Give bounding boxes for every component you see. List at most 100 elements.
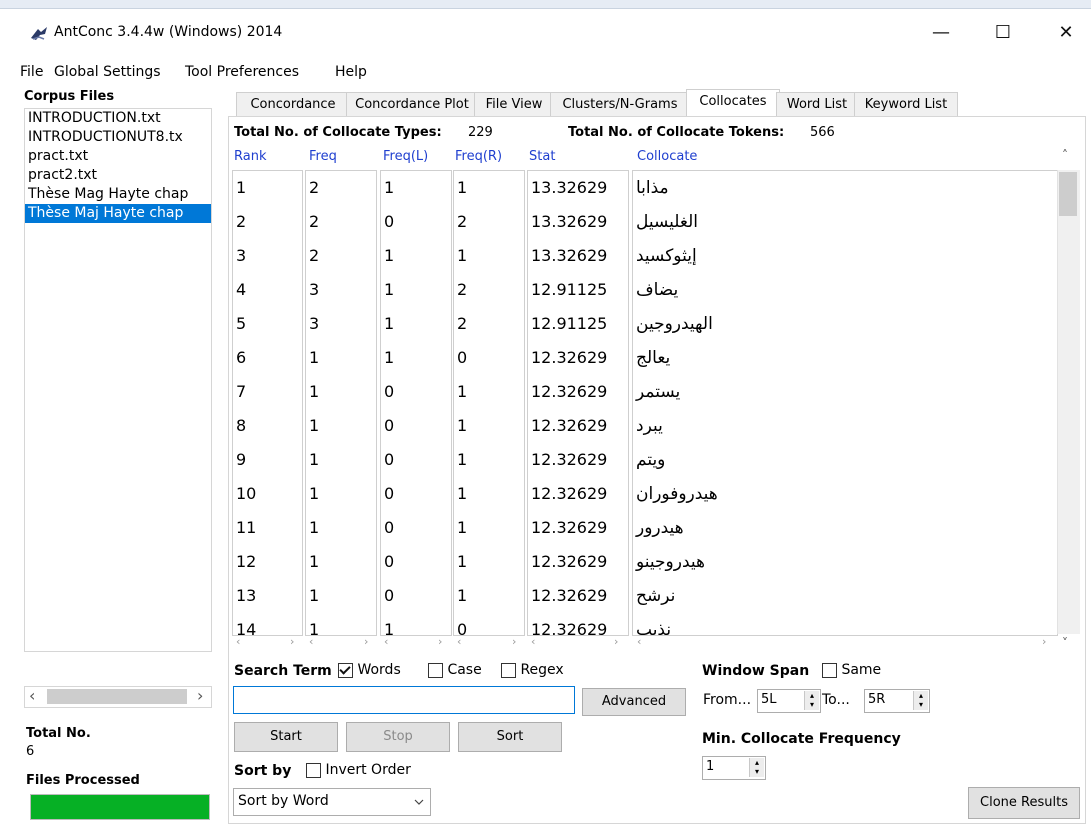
table-cell[interactable]: يستمر [633, 375, 1057, 409]
tab-collocates[interactable]: Collocates [686, 89, 780, 118]
table-cell[interactable]: إيثوكسيد [633, 239, 1057, 273]
table-cell[interactable]: 14 [233, 613, 302, 635]
scroll-left-icon[interactable]: ‹ [457, 635, 461, 649]
table-cell[interactable]: 0 [381, 205, 451, 239]
table-cell[interactable]: 0 [381, 511, 451, 545]
table-cell[interactable]: 13 [233, 579, 302, 613]
stop-button[interactable]: Stop [346, 722, 450, 752]
table-cell[interactable]: مذابا [633, 171, 1057, 205]
scroll-right-icon[interactable]: › [438, 635, 442, 649]
table-cell[interactable]: 0 [381, 409, 451, 443]
regex-checkbox[interactable] [501, 662, 516, 678]
sort-button[interactable]: Sort [458, 722, 562, 752]
table-cell[interactable]: 1 [306, 511, 376, 545]
column-header-stat[interactable]: Stat [529, 149, 555, 164]
table-cell[interactable]: 6 [233, 341, 302, 375]
invert-order-option[interactable]: Invert Order [306, 762, 411, 778]
table-cell[interactable]: 1 [454, 579, 524, 613]
freq-right-column[interactable]: 12122011111110 [453, 170, 525, 636]
column-header-freq[interactable]: Freq [309, 149, 337, 164]
min-frequency-spinner[interactable]: 1 ▴ ▾ [702, 756, 766, 780]
file-item-selected[interactable]: Thèse Maj Hayte chap [25, 204, 211, 223]
table-cell[interactable]: 2 [306, 171, 376, 205]
table-cell[interactable]: 1 [454, 477, 524, 511]
case-option[interactable]: Case [428, 662, 482, 678]
regex-option[interactable]: Regex [501, 662, 564, 678]
table-cell[interactable]: 1 [306, 477, 376, 511]
table-cell[interactable]: 0 [381, 443, 451, 477]
freq-left-column[interactable]: 10111100000001 [380, 170, 452, 636]
table-cell[interactable]: الغليسيل [633, 205, 1057, 239]
table-cell[interactable]: 1 [454, 375, 524, 409]
table-cell[interactable]: 13.32629 [528, 171, 628, 205]
maximize-button[interactable]: ☐ [980, 18, 1026, 48]
spin-down-icon[interactable]: ▾ [805, 700, 819, 709]
table-cell[interactable]: 0 [454, 613, 524, 635]
file-item[interactable]: INTRODUCTIONUT8.tx [25, 128, 211, 147]
table-cell[interactable]: هيدروفوران [633, 477, 1057, 511]
words-checkbox[interactable] [338, 662, 353, 678]
tab-file-view[interactable]: File View [474, 92, 554, 118]
table-cell[interactable]: 0 [381, 477, 451, 511]
menu-help[interactable]: Help [335, 64, 367, 80]
table-cell[interactable]: 1 [454, 443, 524, 477]
table-cell[interactable]: 12.32629 [528, 375, 628, 409]
table-cell[interactable]: 0 [454, 341, 524, 375]
start-button[interactable]: Start [234, 722, 338, 752]
table-cell[interactable]: 12.32629 [528, 409, 628, 443]
table-cell[interactable]: 2 [233, 205, 302, 239]
tab-concordance[interactable]: Concordance [236, 92, 350, 118]
table-cell[interactable]: 12.32629 [528, 341, 628, 375]
table-cell[interactable]: 3 [306, 307, 376, 341]
tab-keyword-list[interactable]: Keyword List [854, 92, 958, 118]
table-cell[interactable]: يعالج [633, 341, 1057, 375]
table-cell[interactable]: ويتم [633, 443, 1057, 477]
same-checkbox[interactable] [822, 662, 837, 678]
spin-down-icon[interactable]: ▾ [914, 700, 928, 709]
table-cell[interactable]: 1 [454, 239, 524, 273]
table-cell[interactable]: 1 [306, 375, 376, 409]
table-cell[interactable]: نذيب [633, 613, 1057, 635]
freq-column[interactable]: 22233111111111 [305, 170, 377, 636]
advanced-button[interactable]: Advanced [582, 688, 686, 716]
menu-file[interactable]: File [20, 64, 43, 80]
table-cell[interactable]: 1 [454, 171, 524, 205]
table-cell[interactable]: 12.32629 [528, 477, 628, 511]
table-cell[interactable]: 1 [233, 171, 302, 205]
search-term-input[interactable] [233, 686, 575, 714]
table-cell[interactable]: 12.32629 [528, 511, 628, 545]
spin-up-icon[interactable]: ▴ [914, 691, 928, 700]
table-cell[interactable]: 1 [454, 511, 524, 545]
menu-tool-preferences[interactable]: Tool Preferences [185, 64, 299, 80]
table-cell[interactable]: 1 [454, 545, 524, 579]
table-cell[interactable]: 1 [306, 409, 376, 443]
table-cell[interactable]: 1 [306, 443, 376, 477]
table-cell[interactable]: 2 [454, 307, 524, 341]
table-cell[interactable]: 1 [381, 171, 451, 205]
table-cell[interactable]: 5 [233, 307, 302, 341]
table-cell[interactable]: يضاف [633, 273, 1057, 307]
column-header-freq-right[interactable]: Freq(R) [455, 149, 502, 164]
table-cell[interactable]: 12.32629 [528, 545, 628, 579]
table-cell[interactable]: 2 [454, 273, 524, 307]
tab-word-list[interactable]: Word List [776, 92, 858, 118]
file-item[interactable]: Thèse Mag Hayte chap [25, 185, 211, 204]
column-header-freq-left[interactable]: Freq(L) [383, 149, 428, 164]
table-cell[interactable]: 12.32629 [528, 613, 628, 635]
table-cell[interactable]: 3 [233, 239, 302, 273]
min-frequency-spin-buttons[interactable]: ▴ ▾ [749, 758, 764, 777]
scroll-down-icon[interactable]: ˅ [1062, 636, 1068, 650]
spin-up-icon[interactable]: ▴ [805, 691, 819, 700]
table-cell[interactable]: 2 [306, 205, 376, 239]
scroll-right-icon[interactable]: › [1042, 635, 1046, 649]
case-checkbox[interactable] [428, 662, 443, 678]
scroll-right-icon[interactable]: › [512, 635, 516, 649]
invert-order-checkbox[interactable] [306, 762, 321, 778]
scroll-up-icon[interactable]: ˄ [1062, 148, 1068, 162]
table-cell[interactable]: 2 [306, 239, 376, 273]
scroll-left-icon[interactable]: ‹ [384, 635, 388, 649]
from-spin-buttons[interactable]: ▴ ▾ [804, 691, 819, 710]
sort-by-select[interactable]: Sort by Word [233, 788, 431, 816]
clone-results-button[interactable]: Clone Results [968, 787, 1080, 819]
table-cell[interactable]: 12.91125 [528, 307, 628, 341]
